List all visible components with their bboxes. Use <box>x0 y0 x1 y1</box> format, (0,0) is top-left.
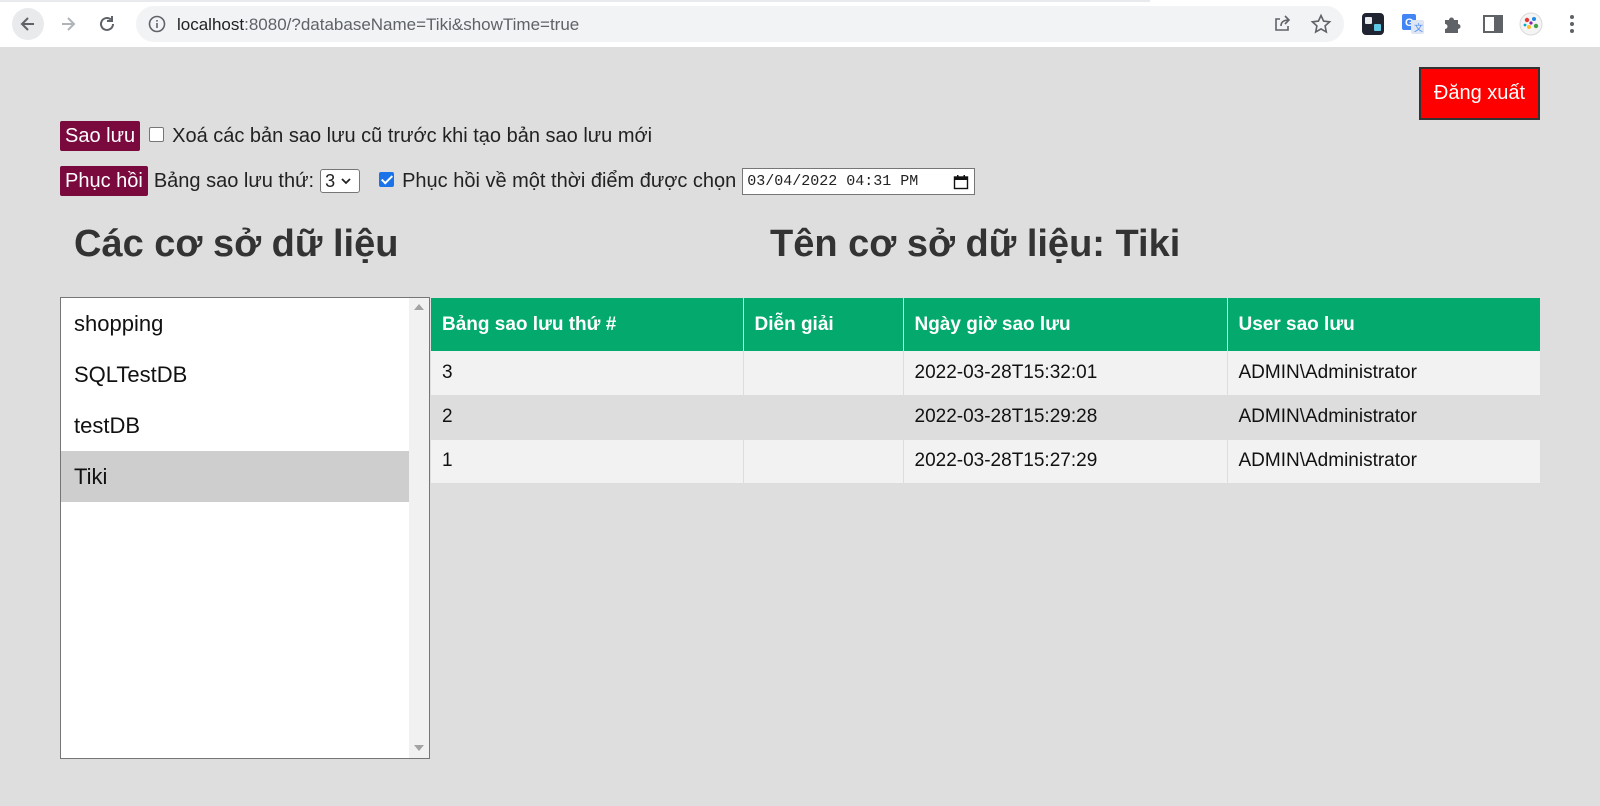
backups-table: Bảng sao lưu thứ # Diễn giải Ngày giờ sa… <box>431 298 1540 484</box>
cell-backup-datetime: 2022-03-28T15:32:01 <box>903 351 1228 396</box>
extension-terminal-icon[interactable] <box>1361 12 1385 36</box>
databases-heading: Các cơ sở dữ liệu <box>74 223 399 265</box>
backup-button[interactable]: Sao lưu <box>60 121 141 151</box>
cell-backup-user: ADMIN\Administrator <box>1227 439 1540 484</box>
cell-backup-number: 1 <box>431 439 744 484</box>
restore-row: Phục hồi Bảng sao lưu thứ: 3 Phục hồi về… <box>60 166 976 196</box>
point-in-time-checkbox[interactable] <box>379 171 395 187</box>
cell-backup-datetime: 2022-03-28T15:27:29 <box>903 439 1228 484</box>
extensions-puzzle-icon[interactable] <box>1441 12 1465 36</box>
backup-table-select-value: 3 <box>325 170 336 191</box>
back-button[interactable] <box>12 8 44 40</box>
table-row: 1 2022-03-28T15:27:29 ADMIN\Administrato… <box>431 439 1540 484</box>
backup-table-label: Bảng sao lưu thứ: <box>153 169 315 192</box>
address-bar[interactable]: localhost:8080/?databaseName=Tiki&showTi… <box>136 6 1344 42</box>
cell-backup-datetime: 2022-03-28T15:29:28 <box>903 395 1228 440</box>
column-header-backup-datetime: Ngày giờ sao lưu <box>903 298 1228 351</box>
backup-table-select[interactable]: 3 <box>320 169 361 193</box>
reload-icon <box>100 16 114 31</box>
forward-icon <box>62 17 76 31</box>
database-option-sqltestdb[interactable]: SQLTestDB <box>61 349 409 400</box>
browser-toolbar: localhost:8080/?databaseName=Tiki&showTi… <box>0 0 1600 47</box>
loading-bar <box>0 0 1150 2</box>
profile-avatar-icon[interactable] <box>1519 12 1543 36</box>
column-header-backup-number: Bảng sao lưu thứ # <box>431 298 744 351</box>
url-host: localhost <box>177 15 245 34</box>
cell-description <box>743 351 904 396</box>
url-text: localhost:8080/?databaseName=Tiki&showTi… <box>177 15 579 35</box>
reload-button[interactable] <box>91 8 123 40</box>
cell-backup-user: ADMIN\Administrator <box>1227 351 1540 396</box>
share-icon[interactable] <box>1272 14 1292 34</box>
scroll-down-icon[interactable] <box>414 745 424 751</box>
column-header-description: Diễn giải <box>743 298 904 351</box>
extension-translate-icon[interactable]: G文 <box>1401 12 1425 36</box>
backup-row: Sao lưu Xoá các bản sao lưu cũ trước khi… <box>60 121 652 151</box>
restore-datetime-value: 03/04/2022 04:31 PM <box>747 172 919 190</box>
database-option-shopping[interactable]: shopping <box>61 298 409 349</box>
url-path: :8080/?databaseName=Tiki&showTime=true <box>244 15 580 34</box>
table-row: 3 2022-03-28T15:32:01 ADMIN\Administrato… <box>431 351 1540 396</box>
chevron-down-icon <box>341 178 351 185</box>
delete-old-backups-checkbox[interactable] <box>149 126 165 142</box>
table-header-row: Bảng sao lưu thứ # Diễn giải Ngày giờ sa… <box>431 298 1540 351</box>
menu-kebab-icon[interactable] <box>1560 12 1584 36</box>
cell-backup-number: 3 <box>431 351 744 396</box>
restore-datetime-input[interactable]: 03/04/2022 04:31 PM <box>742 167 976 195</box>
cell-backup-number: 2 <box>431 395 744 440</box>
back-icon <box>20 17 34 31</box>
info-icon[interactable] <box>148 15 166 33</box>
table-row: 2 2022-03-28T15:29:28 ADMIN\Administrato… <box>431 395 1540 440</box>
point-in-time-label: Phục hồi về một thời điểm được chọn <box>402 169 737 192</box>
cell-description <box>743 439 904 484</box>
delete-old-backups-label: Xoá các bản sao lưu cũ trước khi tạo bản… <box>172 124 653 147</box>
star-icon[interactable] <box>1310 13 1332 35</box>
listbox-scrollbar[interactable] <box>409 298 429 758</box>
database-option-tiki[interactable]: Tiki <box>61 451 409 502</box>
calendar-icon[interactable] <box>953 174 969 190</box>
database-listbox[interactable]: shopping SQLTestDB testDB Tiki <box>60 297 430 759</box>
svg-text:文: 文 <box>1414 22 1423 33</box>
database-name-heading: Tên cơ sở dữ liệu: Tiki <box>770 223 1181 265</box>
scroll-up-icon[interactable] <box>414 304 424 310</box>
column-header-backup-user: User sao lưu <box>1227 298 1540 351</box>
database-option-testdb[interactable]: testDB <box>61 400 409 451</box>
sidepanel-icon[interactable] <box>1481 12 1505 36</box>
cell-description <box>743 395 904 440</box>
logout-button[interactable]: Đăng xuất <box>1419 67 1540 120</box>
restore-button[interactable]: Phục hồi <box>60 166 148 196</box>
cell-backup-user: ADMIN\Administrator <box>1227 395 1540 440</box>
forward-button[interactable] <box>52 8 84 40</box>
